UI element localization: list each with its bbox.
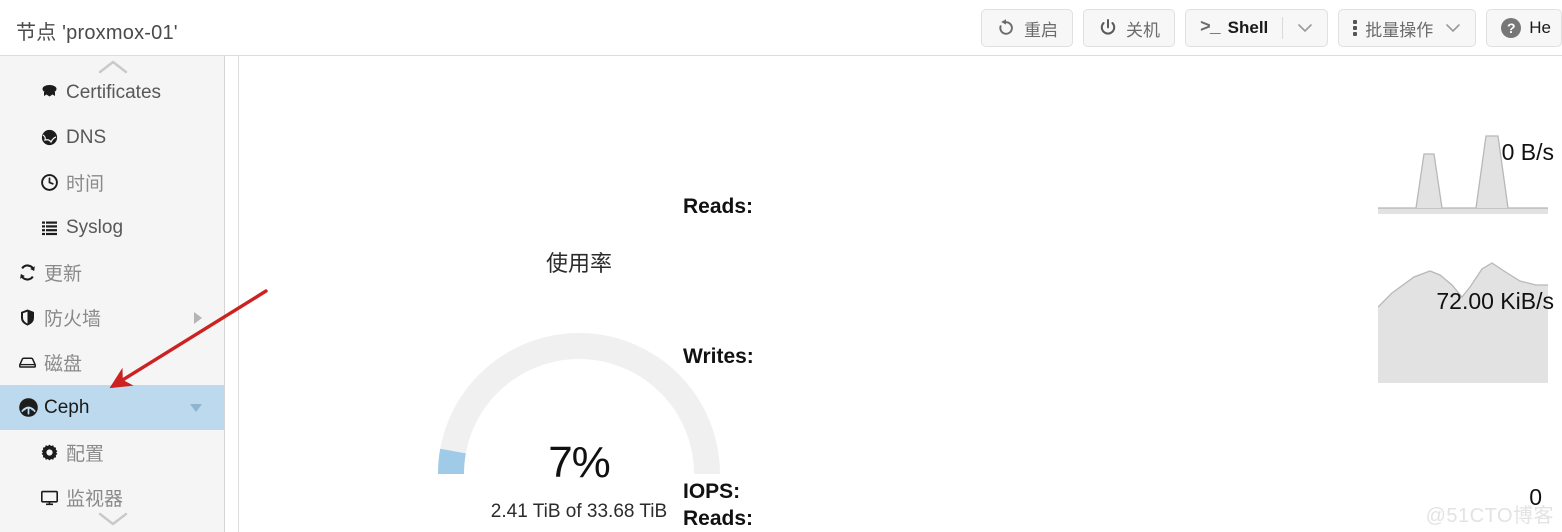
shell-prompt-icon: >_: [1200, 18, 1221, 38]
sidebar-item-label: Certificates: [66, 81, 162, 103]
sidebar-item-updates[interactable]: 更新: [0, 250, 224, 295]
sidebar-item-firewall[interactable]: 防火墙: [0, 295, 224, 340]
shell-label: Shell: [1227, 18, 1269, 37]
sidebar-item-disks[interactable]: 磁盘: [0, 340, 224, 385]
shutdown-label: 关机: [1126, 20, 1161, 40]
proxmox-node-page: 节点 'proxmox-01' 重启 关机 >_ Shell 批量操作 ? He…: [0, 0, 1562, 532]
sidebar-item-label: 监视器: [66, 489, 124, 510]
sidebar-item-ceph[interactable]: Ceph: [0, 385, 224, 430]
usage-gauge-title: 使用率: [545, 251, 612, 276]
page-title: 节点 'proxmox-01': [16, 22, 178, 44]
restart-label: 重启: [1024, 20, 1059, 40]
sidebar-item-time[interactable]: 时间: [0, 160, 224, 205]
page-header: 节点 'proxmox-01' 重启 关机 >_ Shell 批量操作 ? He: [0, 0, 1562, 56]
shield-icon: [18, 308, 44, 327]
iops-reads-label: Reads:: [683, 507, 754, 530]
sidebar-item-label: Syslog: [66, 216, 124, 238]
chevron-down-icon[interactable]: [190, 403, 202, 412]
sidebar-item-label: 更新: [44, 264, 83, 285]
iops-reads-value: 0: [1529, 484, 1542, 510]
ceph-status-panel: 使用率 7% 2.41 TiB of 33.68 TiB Reads: Writ…: [238, 56, 1562, 532]
sidebar-scroll-up-button[interactable]: [0, 56, 224, 78]
ceph-icon: [18, 397, 44, 418]
writes-value: 72.00 KiB/s: [1436, 288, 1554, 314]
sidebar-item-dns[interactable]: DNS: [0, 115, 224, 160]
writes-sparkline: [1378, 261, 1548, 383]
header-toolbar: 重启 关机 >_ Shell 批量操作 ? He: [981, 8, 1562, 48]
refresh-icon: [18, 263, 44, 282]
globe-icon: [40, 128, 66, 147]
reads-value: 0 B/s: [1501, 139, 1554, 165]
iops-label: IOPS:: [683, 480, 741, 503]
bulk-actions-button[interactable]: 批量操作: [1338, 9, 1477, 47]
reads-label: Reads:: [683, 195, 754, 218]
gear-icon: [40, 443, 66, 462]
chevron-right-icon[interactable]: [194, 311, 202, 324]
question-mark-icon: ?: [1501, 18, 1522, 38]
sidebar-item-label: Ceph: [44, 396, 90, 418]
power-icon: [1098, 18, 1118, 38]
reads-sparkline: [1378, 124, 1548, 214]
sidebar-item-label: DNS: [66, 126, 107, 148]
restart-button[interactable]: 重启: [981, 9, 1074, 47]
sidebar-item-label: 时间: [66, 174, 105, 195]
writes-label: Writes:: [683, 345, 754, 368]
sidebar-item-label: 配置: [66, 444, 105, 465]
sidebar-item-configuration[interactable]: 配置: [0, 430, 224, 475]
shell-button[interactable]: >_ Shell: [1185, 9, 1329, 47]
sidebar-item-syslog[interactable]: Syslog: [0, 205, 224, 250]
disk-icon: [18, 353, 44, 372]
help-button[interactable]: ? He: [1486, 9, 1562, 47]
restart-icon: [996, 18, 1016, 38]
sidebar-item-label: 磁盘: [44, 354, 83, 375]
sidebar-scroll-down-button[interactable]: [0, 508, 224, 530]
help-label: He: [1529, 18, 1551, 37]
sidebar-nav: Certificates DNS 时间 Syslog 更新 防火墙 磁盘 Cep…: [0, 56, 225, 532]
shell-button-divider: [1282, 17, 1284, 39]
list-icon: [40, 218, 66, 237]
vertical-dots-icon: [1353, 20, 1358, 36]
bulk-actions-label: 批量操作: [1365, 20, 1434, 40]
chevron-down-icon[interactable]: [1445, 21, 1461, 36]
shutdown-button[interactable]: 关机: [1083, 9, 1176, 47]
chevron-down-icon[interactable]: [1297, 21, 1313, 36]
certificate-icon: [40, 83, 66, 102]
monitor-icon: [40, 488, 66, 507]
clock-icon: [40, 173, 66, 192]
sidebar-item-label: 防火墙: [44, 309, 102, 330]
